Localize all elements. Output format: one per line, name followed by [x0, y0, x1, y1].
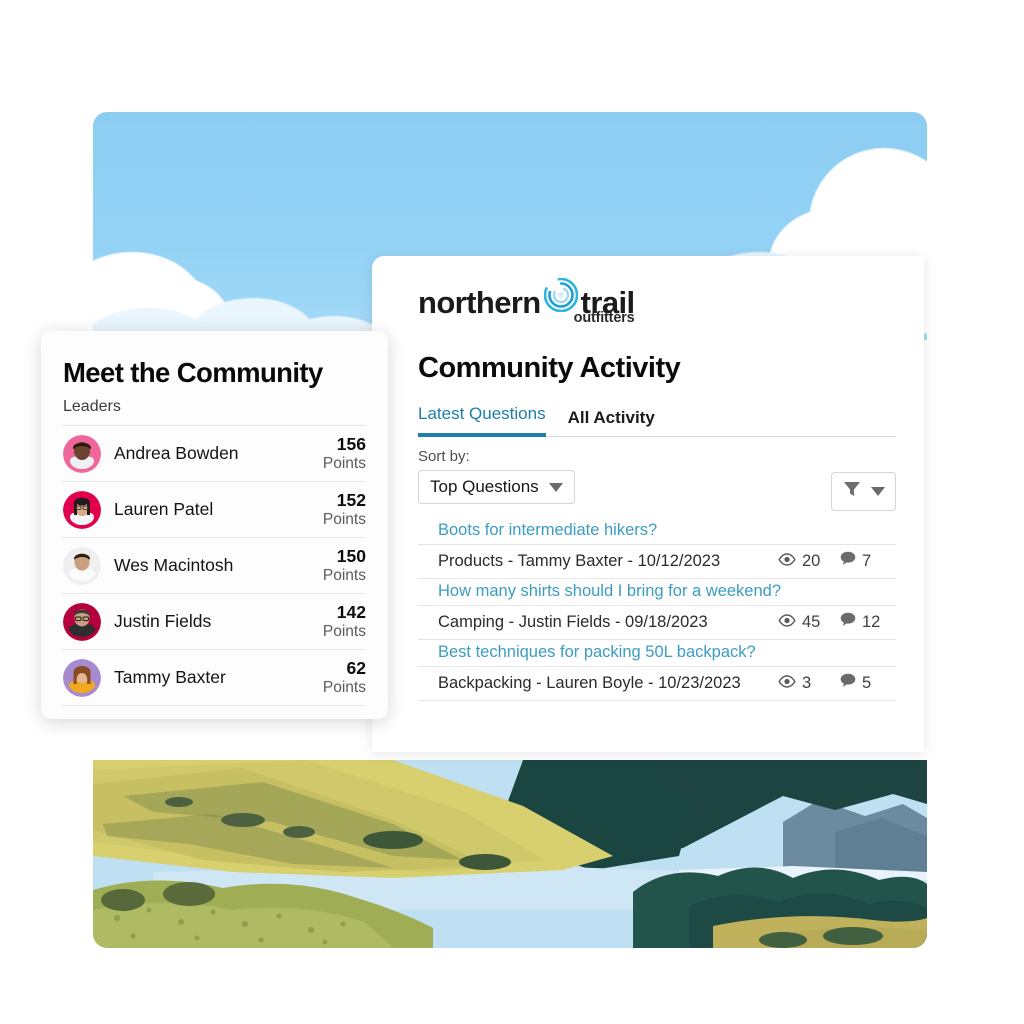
chevron-down-icon — [548, 482, 563, 492]
leader-points: 62 Points — [322, 658, 366, 696]
sort-by-label: Sort by: — [418, 448, 470, 465]
leaderboard-title: Meet the Community — [63, 357, 323, 388]
question-meta: Products - Tammy Baxter - 10/12/2023 — [438, 551, 721, 570]
avatar — [63, 490, 101, 529]
question-title-link[interactable]: Boots for intermediate hikers? — [438, 521, 657, 540]
leader-points: 150 Points — [322, 546, 366, 584]
comment-count: 5 — [840, 673, 896, 693]
leader-name: Lauren Patel — [114, 499, 214, 519]
list-item[interactable]: Justin Fields 142 Points — [63, 594, 366, 650]
question-title-row: Best techniques for packing 50L backpack… — [418, 640, 896, 667]
comment-count: 7 — [840, 551, 896, 571]
leaderboard-subtitle: Leaders — [63, 398, 366, 426]
leader-name: Wes Macintosh — [114, 555, 234, 575]
points-value: 142 — [336, 602, 366, 623]
comment-bubble-icon — [840, 612, 856, 632]
community-activity-card: northern trail outfitters Community Acti… — [372, 256, 924, 752]
eye-icon — [778, 674, 796, 693]
leader-points: 142 Points — [322, 602, 366, 640]
leader-points: 152 Points — [322, 490, 366, 528]
tab-latest-questions[interactable]: Latest Questions — [418, 404, 546, 437]
view-count: 3 — [778, 674, 840, 693]
points-value: 62 — [346, 658, 366, 679]
view-count: 20 — [778, 552, 840, 571]
sort-by-select[interactable]: Top Questions — [418, 470, 575, 504]
brand-logo: northern trail outfitters — [418, 277, 635, 326]
comment-count-value: 5 — [862, 673, 872, 692]
page-root: northern trail outfitters Community Acti… — [0, 0, 1024, 1024]
question-meta: Camping - Justin Fields - 09/18/2023 — [438, 612, 708, 631]
logo-word-northern: northern — [418, 285, 541, 320]
spiral-circle-icon — [543, 277, 578, 317]
points-label: Points — [322, 510, 366, 528]
question-meta-row: Camping - Justin Fields - 09/18/2023 45 — [418, 606, 896, 640]
avatar — [63, 658, 101, 697]
question-item: How many shirts should I bring for a wee… — [418, 579, 896, 640]
question-meta: Backpacking - Lauren Boyle - 10/23/2023 — [438, 673, 741, 692]
view-count-value: 3 — [802, 673, 812, 692]
sort-by-value: Top Questions — [430, 477, 539, 496]
landscape-illustration — [93, 760, 927, 948]
leader-name: Justin Fields — [114, 611, 212, 631]
questions-list: Boots for intermediate hikers? Products … — [418, 518, 896, 701]
sort-filter-row: Sort by: Top Questions — [418, 448, 896, 511]
view-count-value: 20 — [802, 551, 821, 570]
leader-points: 156 Points — [322, 434, 366, 472]
list-item[interactable]: Wes Macintosh 150 Points — [63, 538, 366, 594]
list-item[interactable]: Lauren Patel 152 Points — [63, 482, 366, 538]
tab-all-activity[interactable]: All Activity — [568, 408, 655, 437]
comment-count-value: 12 — [862, 612, 881, 631]
chevron-down-icon — [871, 487, 885, 496]
comment-count-value: 7 — [862, 551, 872, 570]
points-value: 150 — [336, 546, 366, 567]
funnel-icon — [842, 479, 862, 504]
page-title: Community Activity — [418, 352, 681, 384]
question-title-link[interactable]: How many shirts should I bring for a wee… — [438, 582, 781, 601]
list-item[interactable]: Andrea Bowden 156 Points — [63, 426, 366, 482]
leader-name: Andrea Bowden — [114, 443, 239, 463]
question-title-link[interactable]: Best techniques for packing 50L backpack… — [438, 643, 756, 662]
points-value: 156 — [336, 434, 366, 455]
comment-bubble-icon — [840, 551, 856, 571]
meet-the-community-card: Meet the Community Leaders Andrea Bowden… — [41, 331, 388, 719]
points-label: Points — [322, 566, 366, 584]
comment-bubble-icon — [840, 673, 856, 693]
question-title-row: Boots for intermediate hikers? — [418, 518, 896, 545]
avatar — [63, 546, 101, 585]
question-item: Boots for intermediate hikers? Products … — [418, 518, 896, 579]
avatar — [63, 602, 101, 641]
leader-name: Tammy Baxter — [114, 667, 226, 687]
logo-subtitle: outfitters — [573, 310, 635, 326]
points-label: Points — [322, 622, 366, 640]
view-count: 45 — [778, 613, 840, 632]
avatar — [63, 434, 101, 473]
question-title-row: How many shirts should I bring for a wee… — [418, 579, 896, 606]
filter-button[interactable] — [831, 472, 896, 511]
eye-icon — [778, 613, 796, 632]
view-count-value: 45 — [802, 612, 821, 631]
question-item: Best techniques for packing 50L backpack… — [418, 640, 896, 701]
question-meta-row: Backpacking - Lauren Boyle - 10/23/2023 … — [418, 667, 896, 701]
list-item[interactable]: Tammy Baxter 62 Points — [63, 650, 366, 706]
activity-tabs: Latest Questions All Activity — [418, 404, 896, 437]
points-label: Points — [322, 678, 366, 696]
eye-icon — [778, 552, 796, 571]
question-meta-row: Products - Tammy Baxter - 10/12/2023 20 — [418, 545, 896, 579]
comment-count: 12 — [840, 612, 896, 632]
points-label: Points — [322, 454, 366, 472]
points-value: 152 — [336, 490, 366, 511]
